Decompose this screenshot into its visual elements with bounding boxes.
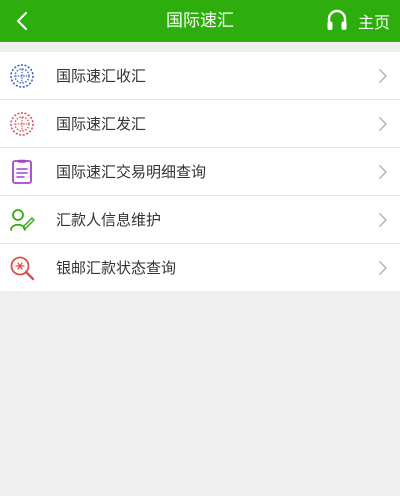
- list-item-transaction-query[interactable]: 国际速汇交易明细查询: [0, 148, 400, 196]
- chevron-right-icon: [378, 244, 388, 291]
- list-item-send[interactable]: 国际速汇发汇: [0, 100, 400, 148]
- header-bar: 国际速汇 主页: [0, 0, 400, 42]
- list-item-receive[interactable]: 国际速汇收汇: [0, 52, 400, 100]
- item-label-postal-status: 银邮汇款状态查询: [56, 259, 177, 277]
- item-label-remitter-info: 汇款人信息维护: [56, 211, 162, 229]
- menu-list: 国际速汇收汇 国际速汇发汇 国际速汇交易明细查询 汇款人信息维护 银邮汇款状态查…: [0, 52, 400, 291]
- user-edit-icon: [8, 206, 36, 234]
- item-label-transaction-query: 国际速汇交易明细查询: [56, 163, 207, 181]
- chevron-right-icon: [378, 196, 388, 243]
- item-label-receive: 国际速汇收汇: [56, 67, 147, 85]
- home-label: 主页: [357, 13, 390, 32]
- search-money-icon: [8, 254, 36, 282]
- item-label-send: 国际速汇发汇: [56, 115, 147, 133]
- headset-icon: [327, 9, 347, 30]
- list-item-postal-status[interactable]: 银邮汇款状态查询: [0, 244, 400, 291]
- chevron-right-icon: [378, 148, 388, 195]
- chevron-right-icon: [378, 100, 388, 147]
- chevron-right-icon: [378, 52, 388, 99]
- globe-receive-icon: [8, 62, 36, 90]
- home-button[interactable]: 主页: [326, 0, 390, 42]
- document-icon: [8, 158, 36, 186]
- spacer: [0, 42, 400, 52]
- globe-send-icon: [8, 110, 36, 138]
- list-item-remitter-info[interactable]: 汇款人信息维护: [0, 196, 400, 244]
